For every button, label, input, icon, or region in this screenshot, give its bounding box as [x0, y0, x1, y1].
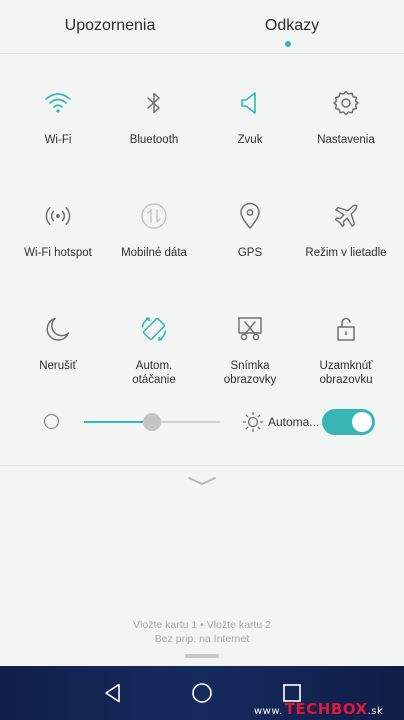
back-icon[interactable]	[101, 681, 125, 705]
mobile-data-icon	[140, 202, 168, 230]
shade-drag-handle[interactable]	[185, 654, 219, 658]
speaker-icon	[236, 89, 264, 117]
brightness-low-icon	[44, 414, 59, 429]
toggle-bluetooth[interactable]: Bluetooth	[106, 89, 202, 189]
sun-icon	[242, 411, 264, 433]
switch-knob	[352, 412, 372, 432]
home-icon[interactable]	[190, 681, 214, 705]
toggle-label: Mobilné dáta	[121, 247, 187, 259]
toggle-label: Režim v lietadle	[305, 247, 387, 259]
toggle-label: Nastavenia	[317, 134, 375, 146]
gear-icon	[332, 89, 360, 117]
toggle-wifi-hotspot[interactable]: Wi-Fi hotspot	[10, 202, 106, 302]
tab-notifications[interactable]: Upozornenia	[65, 17, 156, 35]
airplane-icon	[332, 202, 360, 230]
moon-icon	[44, 315, 72, 343]
location-pin-icon	[236, 202, 264, 230]
toggle-label: GPS	[237, 247, 263, 259]
divider	[0, 465, 404, 466]
toggle-wifi[interactable]: Wi-Fi	[10, 89, 106, 189]
toggle-label: Wi-Fi hotspot	[24, 247, 92, 259]
toggle-label: Autom. otáčanie	[132, 360, 176, 386]
active-tab-indicator	[285, 41, 291, 47]
toggle-settings[interactable]: Nastavenia	[298, 89, 394, 189]
lock-icon	[332, 315, 360, 343]
toggle-label: Uzamknúť obrazovku	[319, 360, 373, 386]
wifi-icon	[44, 89, 72, 117]
brightness-slider[interactable]	[84, 413, 220, 431]
toggle-gps[interactable]: GPS	[202, 202, 298, 302]
screenshot-icon	[236, 315, 264, 343]
auto-brightness-switch[interactable]	[322, 409, 375, 435]
toggle-sound[interactable]: Zvuk	[202, 89, 298, 189]
toggle-label: Bluetooth	[129, 134, 179, 146]
brightness-slider-fill	[84, 421, 152, 423]
watermark-logo: www. TECHBOX.sk	[254, 700, 384, 718]
toggle-airplane-mode[interactable]: Režim v lietadle	[298, 202, 394, 302]
toggle-label: Snímka obrazovky	[223, 360, 277, 386]
sim-status-line: Vložte kartu 1 • Vložte kartu 2	[133, 619, 271, 631]
chevron-down-icon[interactable]	[186, 472, 218, 490]
toggle-mobile-data[interactable]: Mobilné dáta	[106, 202, 202, 302]
brightness-row: Automa...	[0, 400, 404, 444]
toggle-label: Nerušiť	[39, 360, 77, 372]
auto-rotate-icon	[140, 315, 168, 343]
brightness-slider-thumb[interactable]	[143, 413, 161, 431]
toggle-label: Zvuk	[237, 134, 263, 146]
shade-tabs: Upozornenia Odkazy	[0, 0, 404, 54]
bluetooth-icon	[140, 89, 168, 117]
network-status-line: Bez prip. na Internet	[154, 633, 250, 645]
hotspot-icon	[44, 202, 72, 230]
auto-brightness-label: Automa...	[268, 415, 320, 429]
tab-shortcuts[interactable]: Odkazy	[265, 17, 319, 35]
toggle-label: Wi-Fi	[44, 134, 72, 146]
